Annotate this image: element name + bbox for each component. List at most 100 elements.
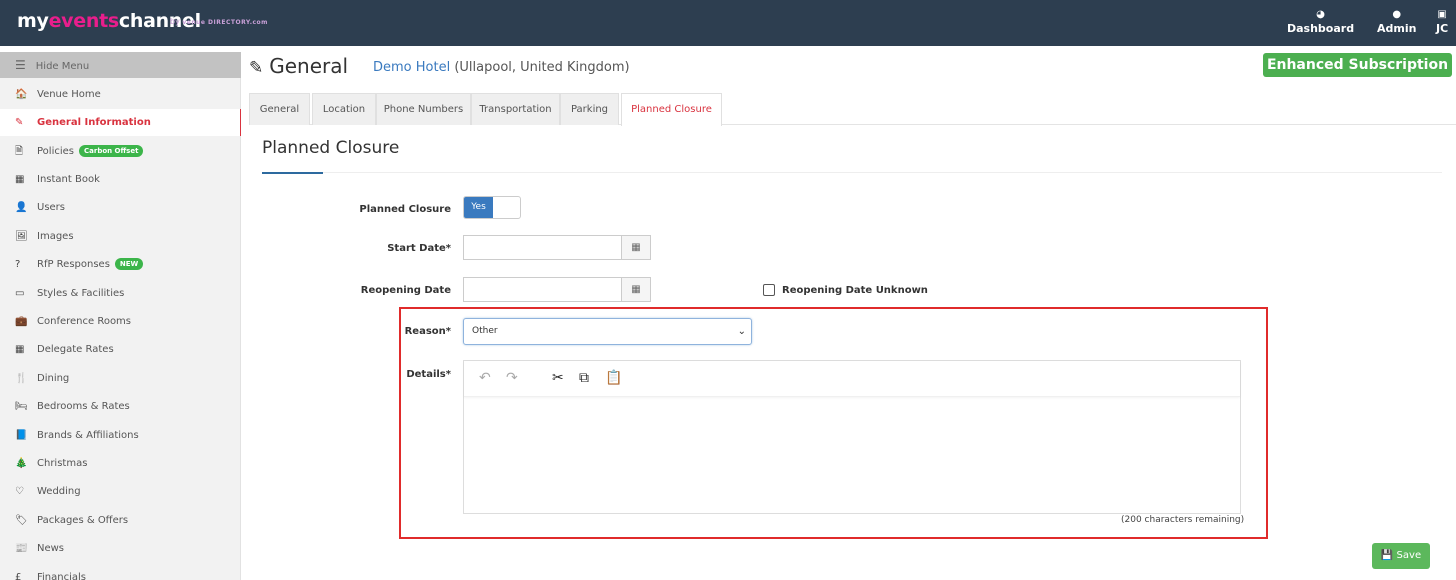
sidebar-item-financials[interactable]: £ Financials: [0, 564, 241, 580]
tab-parking[interactable]: Parking: [560, 93, 619, 125]
reopening-date-calendar-button[interactable]: ▦: [621, 277, 651, 302]
enhanced-subscription-button[interactable]: Enhanced Subscription: [1263, 53, 1452, 77]
sidebar-item-label: Christmas: [37, 458, 88, 469]
sidebar-item-rfp-responses[interactable]: ? RfP Responses NEW: [0, 251, 241, 278]
top-navbar: myeventschannel by venue DIRECTORY.com ◕…: [0, 0, 1456, 46]
sidebar-item-label: Policies: [37, 146, 74, 157]
bed-icon: 🛏: [15, 401, 28, 412]
page-title: ✎ General: [249, 54, 349, 78]
sidebar-item-label: News: [37, 543, 65, 554]
calendar-icon: ▦: [631, 284, 641, 295]
dashboard-icon: ◕: [1316, 9, 1325, 20]
home-icon: 🏠: [15, 89, 28, 100]
details-text-area[interactable]: [464, 398, 1240, 513]
sidebar-item-label: Dining: [37, 373, 70, 384]
brand-byline: by venue DIRECTORY.com: [170, 17, 268, 26]
sidebar-item-label: General Information: [37, 117, 151, 128]
heart-icon: ♡: [15, 486, 24, 497]
sidebar: ☰ Hide Menu 🏠 Venue Home ✎ General Informati…: [0, 52, 241, 580]
editor-toolbar: ↶ ↷ ✂ ⧉ 📋: [464, 361, 1240, 397]
tab-location[interactable]: Location: [312, 93, 376, 125]
sidebar-badge: NEW: [114, 258, 144, 270]
user-icon: 👤: [15, 202, 28, 213]
tab-planned-closure[interactable]: Planned Closure: [621, 93, 722, 126]
sidebar-item-christmas[interactable]: 🎄 Christmas: [0, 450, 241, 477]
sidebar-item-users[interactable]: 👤 Users: [0, 194, 241, 221]
tab-phone-numbers[interactable]: Phone Numbers: [376, 93, 471, 125]
redo-icon[interactable]: ↷: [506, 370, 518, 386]
start-date-label: Start Date*: [387, 243, 451, 254]
sidebar-item-delegate-rates[interactable]: ▦ Delegate Rates: [0, 336, 241, 363]
sidebar-item-brands-affiliations[interactable]: 📘 Brands & Affiliations: [0, 422, 241, 449]
details-editor[interactable]: ↶ ↷ ✂ ⧉ 📋: [463, 360, 1241, 514]
sidebar-item-instant-book[interactable]: ▦ Instant Book: [0, 166, 241, 193]
sidebar-item-label: RfP Responses: [37, 259, 110, 270]
reason-label: Reason*: [404, 326, 451, 337]
pound-icon: £: [15, 572, 22, 580]
sidebar-item-conference-rooms[interactable]: 💼 Conference Rooms: [0, 308, 241, 335]
planned-closure-toggle[interactable]: Yes: [463, 196, 521, 219]
sidebar-item-venue-home[interactable]: 🏠 Venue Home: [0, 81, 241, 108]
sidebar-item-packages-offers[interactable]: 🏷 Packages & Offers: [0, 507, 241, 534]
reopening-unknown-checkbox[interactable]: [763, 284, 775, 296]
start-date-calendar-button[interactable]: ▦: [621, 235, 651, 260]
calendar-icon: ▦: [631, 242, 641, 253]
save-icon: 💾: [1380, 550, 1394, 561]
sidebar-item-label: Bedrooms & Rates: [37, 401, 130, 412]
nav-dashboard[interactable]: ◕ Dashboard: [1287, 9, 1354, 35]
sidebar-item-bedrooms-rates[interactable]: 🛏 Bedrooms & Rates: [0, 393, 241, 420]
nav-admin[interactable]: ● Admin: [1377, 9, 1416, 35]
copy-icon[interactable]: ⧉: [579, 370, 589, 386]
image-icon: 🖼: [15, 231, 28, 242]
tree-icon: 🎄: [15, 458, 28, 469]
characters-remaining: (200 characters remaining): [1121, 515, 1245, 525]
cut-icon[interactable]: ✂: [552, 370, 564, 386]
sidebar-item-styles-facilities[interactable]: ▭ Styles & Facilities: [0, 280, 241, 307]
sidebar-item-wedding[interactable]: ♡ Wedding: [0, 478, 241, 505]
sidebar-item-label: Delegate Rates: [37, 344, 114, 355]
sidebar-item-label: Users: [37, 202, 66, 213]
monitor-icon: ▭: [15, 288, 25, 299]
sidebar-item-images[interactable]: 🖼 Images: [0, 223, 241, 250]
sidebar-item-label: Images: [37, 231, 74, 242]
hide-menu-button[interactable]: ☰ Hide Menu: [0, 52, 241, 78]
reopening-date-label: Reopening Date: [360, 285, 451, 296]
sidebar-item-label: Venue Home: [37, 89, 101, 100]
tab-transportation[interactable]: Transportation: [471, 93, 560, 125]
edit-icon: ✎: [15, 117, 24, 128]
sidebar-badge: Carbon Offset: [79, 145, 144, 157]
reopening-unknown-label: Reopening Date Unknown: [782, 285, 928, 296]
details-label: Details*: [406, 369, 451, 380]
paste-icon[interactable]: 📋: [605, 370, 622, 386]
sidebar-item-dining[interactable]: 🍴 Dining: [0, 365, 241, 392]
sidebar-item-policies[interactable]: 🗎 Policies Carbon Offset: [0, 138, 241, 165]
user-circle-icon: ●: [1392, 9, 1402, 20]
menu-icon: ☰: [15, 58, 26, 72]
tag-icon: 🏷: [15, 515, 28, 526]
nav-user-initials[interactable]: ▣ JC: [1436, 9, 1448, 35]
undo-icon[interactable]: ↶: [479, 370, 491, 386]
sidebar-item-label: Packages & Offers: [37, 515, 129, 526]
question-icon: ?: [15, 259, 21, 270]
venue-info: Demo Hotel (Ullapool, United Kingdom): [373, 60, 630, 75]
section-divider-accent: [262, 172, 323, 174]
save-button[interactable]: 💾 Save: [1372, 543, 1430, 569]
toggle-yes: Yes: [464, 197, 493, 218]
reason-selected-value: Other: [472, 326, 498, 336]
section-title: Planned Closure: [262, 138, 400, 158]
chevron-down-icon: ⌄: [737, 326, 746, 337]
sidebar-item-label: Wedding: [37, 486, 81, 497]
edit-icon: ✎: [249, 58, 264, 78]
sidebar-item-news[interactable]: 📰 News: [0, 535, 241, 562]
reason-select[interactable]: Other ⌄: [463, 318, 752, 345]
sidebar-item-label: Financials: [37, 572, 86, 580]
cutlery-icon: 🍴: [15, 373, 28, 384]
book-icon: 📘: [15, 430, 28, 441]
sidebar-item-label: Instant Book: [37, 174, 100, 185]
sidebar-item-label: Brands & Affiliations: [37, 430, 139, 441]
venue-link[interactable]: Demo Hotel: [373, 60, 450, 75]
tab-general[interactable]: General: [249, 93, 310, 125]
sidebar-item-general-information[interactable]: ✎ General Information: [0, 109, 241, 136]
calculator-icon: ▦: [15, 344, 25, 355]
briefcase-icon: 💼: [15, 316, 28, 327]
